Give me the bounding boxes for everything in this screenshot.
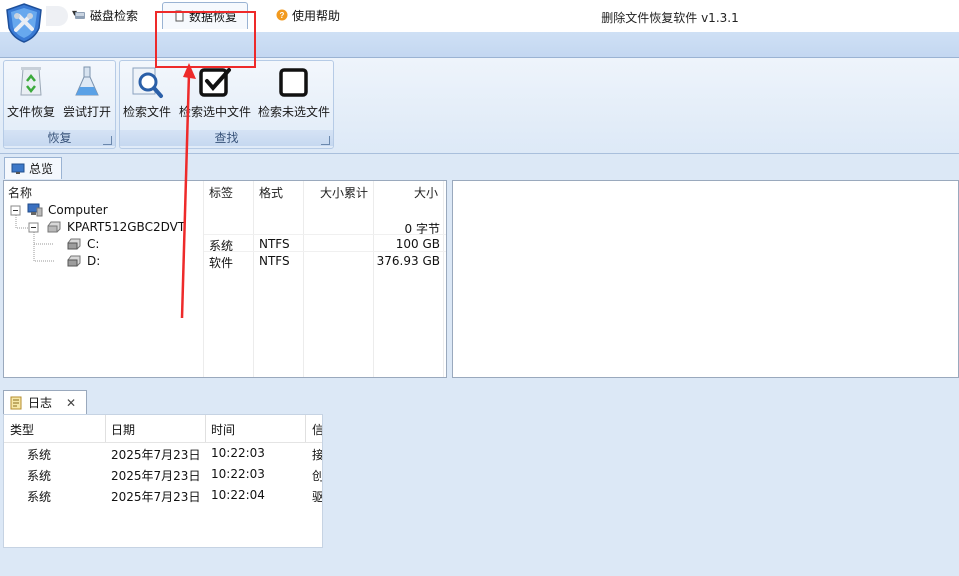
search-unselected-label: 检索未选文件 <box>258 105 331 119</box>
app-logo-icon[interactable] <box>3 2 45 44</box>
notepad-icon <box>10 396 22 409</box>
tab-disk-search[interactable]: 磁盘检索 <box>66 4 146 26</box>
log-table: 类型 日期 时间 信 系统 2025年7月23日 10:22:03 接 系统 2… <box>3 414 323 548</box>
log-row[interactable]: 系统 2025年7月23日 10:22:03 接 <box>4 444 323 465</box>
svg-text:?: ? <box>280 11 285 20</box>
table-row[interactable]: D: 软件 NTFS 376.93 GB <box>4 252 446 270</box>
checked-box-icon <box>199 68 231 97</box>
drive-tree-table: 名称 标签 格式 大小累计 大小 Computer KPART512GBC2DV… <box>3 180 447 378</box>
recover-file-label: 文件恢复 <box>7 105 56 119</box>
row-size: 376.93 GB <box>376 254 440 268</box>
search-files-label: 检索文件 <box>123 105 172 119</box>
log-type: 系统 <box>27 469 52 483</box>
group-launcher-icon[interactable] <box>103 136 112 145</box>
ribbon-group-recover: 文件恢复 尝试打开 恢复 <box>3 60 116 149</box>
log-info: 驱 <box>312 490 323 504</box>
log-info: 接 <box>312 448 323 462</box>
column-header-tag[interactable]: 标签 <box>209 184 233 201</box>
ribbon-group-find: 检索文件 检索选中文件 检索未选文件 查找 <box>119 60 334 149</box>
ribbon-group-label: 恢复 <box>4 130 115 146</box>
search-files-button[interactable]: 检索文件 <box>123 65 171 120</box>
search-unselected-button[interactable]: 检索未选文件 <box>258 65 330 120</box>
log-type: 系统 <box>27 490 52 504</box>
table-row[interactable]: KPART512GBC2DVT 0 字节 <box>4 218 446 236</box>
ribbon-group-label: 查找 <box>120 130 333 146</box>
row-size: 100 GB <box>395 237 440 251</box>
file-list-panel[interactable] <box>452 180 959 378</box>
table-row[interactable]: C: 系统 NTFS 100 GB <box>4 235 446 253</box>
ribbon-panel: 文件恢复 尝试打开 恢复 检索文件 检索选中文件 检索未选文件 查找 <box>0 57 959 154</box>
column-header-type[interactable]: 类型 <box>10 421 34 438</box>
page-icon <box>175 10 184 22</box>
monitor-icon <box>11 163 25 174</box>
tab-help[interactable]: ? 使用帮助 <box>268 4 348 26</box>
tab-label: 数据恢复 <box>189 9 238 24</box>
row-format: NTFS <box>259 254 290 268</box>
row-name: Computer <box>48 203 108 217</box>
close-icon[interactable]: ✕ <box>66 396 76 410</box>
log-time: 10:22:03 <box>211 446 265 460</box>
help-icon: ? <box>276 9 288 21</box>
log-time: 10:22:04 <box>211 488 265 502</box>
try-open-label: 尝试打开 <box>63 105 112 119</box>
quick-access-toolbar <box>46 6 68 26</box>
column-header-format[interactable]: 格式 <box>259 184 283 201</box>
log-date: 2025年7月23日 <box>111 469 201 483</box>
log-table-header: 类型 日期 时间 信 <box>4 415 322 443</box>
tab-label: 使用帮助 <box>292 8 341 23</box>
recover-file-button[interactable]: 文件恢复 <box>7 65 55 120</box>
overview-tab-label: 总览 <box>29 162 54 176</box>
column-header-size[interactable]: 大小 <box>374 184 438 201</box>
row-name: KPART512GBC2DVT <box>67 220 186 234</box>
recycle-icon <box>20 67 42 96</box>
row-format: NTFS <box>259 237 290 251</box>
tab-data-recovery[interactable]: 数据恢复 <box>162 2 249 29</box>
computer-icon <box>27 203 43 217</box>
log-info: 创 <box>312 469 323 483</box>
drive-c-icon <box>67 238 81 250</box>
log-date: 2025年7月23日 <box>111 448 201 462</box>
flask-icon <box>75 66 99 96</box>
table-row[interactable]: Computer <box>4 201 446 218</box>
log-row[interactable]: 系统 2025年7月23日 10:22:04 驱 <box>4 486 323 507</box>
column-header-size-total[interactable]: 大小累计 <box>304 184 368 201</box>
row-name: C: <box>87 237 100 251</box>
hard-drive-icon <box>47 221 61 233</box>
annotation-arrow-icon <box>180 63 196 319</box>
ribbon-tab-strip <box>0 32 959 58</box>
window-title: 删除文件恢复软件 v1.3.1 <box>601 11 739 25</box>
column-header-time[interactable]: 时间 <box>211 421 235 438</box>
log-date: 2025年7月23日 <box>111 490 201 504</box>
row-name: D: <box>87 254 101 268</box>
column-header-info[interactable]: 信 <box>312 421 322 438</box>
group-launcher-icon[interactable] <box>321 136 330 145</box>
log-time: 10:22:03 <box>211 467 265 481</box>
drive-d-icon <box>67 255 81 267</box>
column-header-date[interactable]: 日期 <box>111 421 135 438</box>
tab-overview[interactable]: 总览 <box>4 157 62 179</box>
empty-box-icon <box>279 68 308 97</box>
log-tab-label: 日志 <box>28 396 53 410</box>
tab-label: 磁盘检索 <box>90 8 139 23</box>
try-open-button[interactable]: 尝试打开 <box>63 65 111 120</box>
log-row[interactable]: 系统 2025年7月23日 10:22:03 创 <box>4 465 323 486</box>
row-tag: 软件 <box>209 256 234 270</box>
log-type: 系统 <box>27 448 52 462</box>
disk-icon <box>75 12 85 19</box>
magnifier-icon <box>132 67 163 98</box>
tab-log[interactable]: 日志 ✕ <box>3 390 87 414</box>
